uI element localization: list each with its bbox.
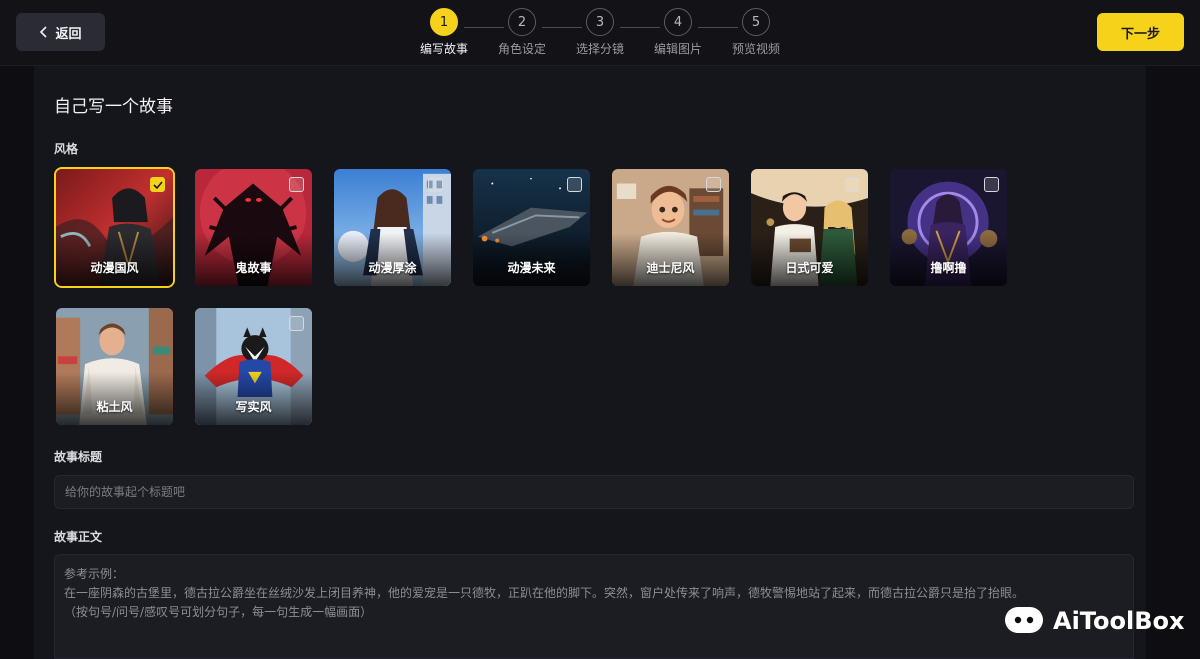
story-body-textarea[interactable]: 参考示例： 在一座阴森的古堡里，德古拉公爵坐在丝绒沙发上闭目养神，他的爱宠是一只… bbox=[54, 554, 1134, 659]
watermark-text: AiToolBox bbox=[1053, 607, 1185, 635]
story-editor-panel: 自己写一个故事 风格 动漫国风 鬼故事 动漫厚涂 动漫未来 迪士尼风 日式可爱 … bbox=[34, 66, 1146, 659]
style-checkbox[interactable] bbox=[845, 177, 860, 192]
step-1-number: 1 bbox=[430, 8, 458, 36]
style-card-japanese-cute[interactable]: 日式可爱 bbox=[749, 167, 870, 288]
style-checkbox[interactable] bbox=[428, 177, 443, 192]
style-name: 迪士尼风 bbox=[646, 261, 695, 275]
step-2[interactable]: 2 角色设定 bbox=[482, 8, 562, 57]
style-name: 动漫国风 bbox=[90, 261, 139, 275]
style-card-anime-future[interactable]: 动漫未来 bbox=[471, 167, 592, 288]
story-body-label: 故事正文 bbox=[54, 530, 103, 544]
top-bar: 返回 1 编写故事 2 角色设定 3 选择分镜 4 编辑图片 5 预览视频 下一… bbox=[0, 0, 1200, 66]
style-card-disney[interactable]: 迪士尼风 bbox=[610, 167, 731, 288]
step-5-label: 预览视频 bbox=[731, 42, 780, 56]
step-1[interactable]: 1 编写故事 bbox=[404, 8, 484, 57]
step-5-number: 5 bbox=[742, 8, 770, 36]
chat-bubble-logo-icon bbox=[1005, 607, 1043, 633]
style-name: 日式可爱 bbox=[785, 261, 834, 275]
step-3[interactable]: 3 选择分镜 bbox=[560, 8, 640, 57]
step-5[interactable]: 5 预览视频 bbox=[716, 8, 796, 57]
step-4-number: 4 bbox=[664, 8, 692, 36]
style-checkbox[interactable] bbox=[289, 316, 304, 331]
style-name: 粘土风 bbox=[96, 400, 133, 414]
style-section-label: 风格 bbox=[54, 142, 79, 156]
check-icon bbox=[152, 180, 163, 189]
story-title-input[interactable] bbox=[54, 475, 1134, 509]
story-title-label: 故事标题 bbox=[54, 450, 103, 464]
style-card-lol[interactable]: 撸啊撸 bbox=[888, 167, 1009, 288]
step-3-label: 选择分镜 bbox=[575, 42, 624, 56]
style-card-realistic[interactable]: 写实风 bbox=[193, 306, 314, 427]
placeholder-line: 参考示例： bbox=[64, 567, 125, 581]
step-2-number: 2 bbox=[508, 8, 536, 36]
style-card-ghost-story[interactable]: 鬼故事 bbox=[193, 167, 314, 288]
style-name: 动漫未来 bbox=[507, 261, 556, 275]
style-card-anime-thick-paint[interactable]: 动漫厚涂 bbox=[332, 167, 453, 288]
watermark: AiToolBox bbox=[1003, 603, 1184, 639]
style-name: 写实风 bbox=[235, 400, 272, 414]
placeholder-line: （按句号/问号/感叹号可划分句子，每一句生成一幅画面） bbox=[64, 605, 373, 619]
step-1-label: 编写故事 bbox=[419, 42, 468, 56]
style-checkbox[interactable] bbox=[289, 177, 304, 192]
step-4[interactable]: 4 编辑图片 bbox=[638, 8, 718, 57]
next-step-button[interactable]: 下一步 bbox=[1097, 13, 1184, 51]
page-title: 自己写一个故事 bbox=[54, 97, 173, 117]
step-3-number: 3 bbox=[586, 8, 614, 36]
style-checkbox[interactable] bbox=[150, 177, 165, 192]
style-checkbox[interactable] bbox=[567, 177, 582, 192]
step-2-label: 角色设定 bbox=[497, 42, 546, 56]
style-checkbox[interactable] bbox=[984, 177, 999, 192]
style-checkbox[interactable] bbox=[706, 177, 721, 192]
placeholder-line: 在一座阴森的古堡里，德古拉公爵坐在丝绒沙发上闭目养神，他的爱宠是一只德牧，正趴在… bbox=[64, 586, 1025, 600]
step-indicator: 1 编写故事 2 角色设定 3 选择分镜 4 编辑图片 5 预览视频 bbox=[0, 8, 1200, 64]
style-name: 鬼故事 bbox=[235, 261, 272, 275]
style-name: 撸啊撸 bbox=[930, 261, 967, 275]
style-card-clay[interactable]: 粘土风 bbox=[54, 306, 175, 427]
style-name: 动漫厚涂 bbox=[368, 261, 417, 275]
style-card-anime-guofeng[interactable]: 动漫国风 bbox=[54, 167, 175, 288]
step-4-label: 编辑图片 bbox=[653, 42, 702, 56]
